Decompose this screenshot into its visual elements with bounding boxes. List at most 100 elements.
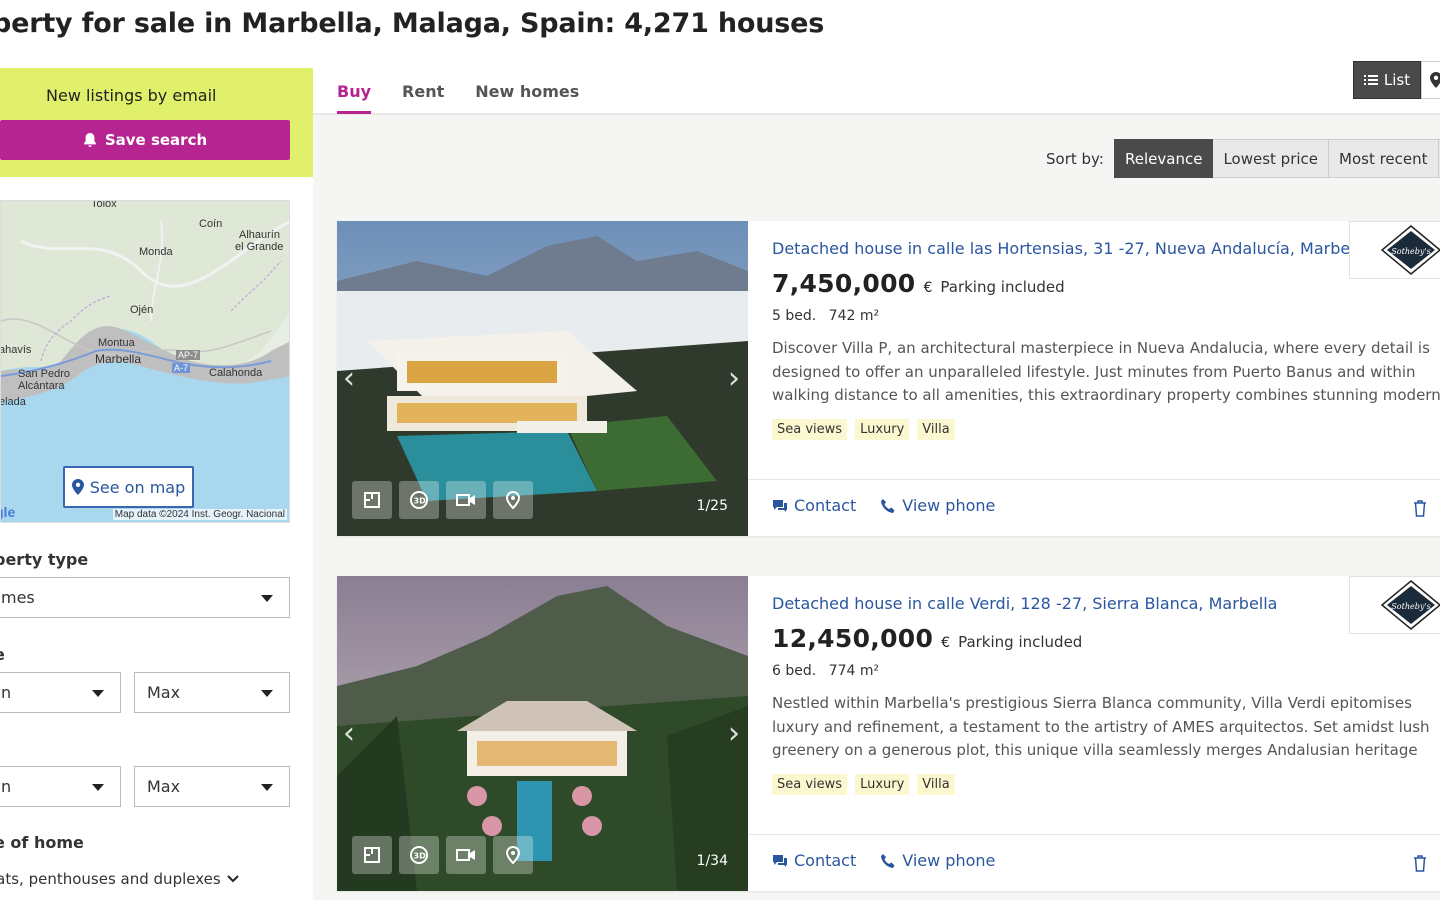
- email-alert-title: New listings by email: [46, 86, 217, 105]
- floorplan-icon[interactable]: [352, 836, 392, 874]
- svg-text:3D: 3D: [414, 852, 427, 861]
- chevron-right-icon[interactable]: ›: [728, 361, 740, 396]
- view-phone-label: View phone: [902, 496, 996, 515]
- listing-title[interactable]: Detached house in calle las Hortensias, …: [772, 239, 1369, 258]
- tag-villa: Villa: [917, 774, 955, 795]
- sort-options: Relevance Lowest price Most recent M: [1114, 139, 1440, 178]
- view-phone-button[interactable]: View phone: [880, 496, 995, 515]
- location-icon[interactable]: [493, 481, 533, 519]
- page-title: perty for sale in Marbella, Malaga, Spai…: [0, 8, 825, 39]
- tab-rent[interactable]: Rent: [402, 82, 444, 114]
- chevron-down-icon: [92, 690, 104, 697]
- chevron-left-icon[interactable]: ‹: [343, 716, 355, 751]
- contact-button[interactable]: Contact: [772, 851, 856, 870]
- listing-details: 6 bed. 774 m²: [772, 663, 879, 679]
- map-place-coin: Coín: [199, 218, 223, 230]
- listing-currency: €: [941, 635, 951, 651]
- agency-logo[interactable]: Sotheby's: [1349, 576, 1440, 634]
- map-place-benahavis: ahavís: [0, 344, 32, 356]
- parking-info: Parking included: [940, 278, 1065, 296]
- save-search-button[interactable]: Save search: [0, 120, 290, 160]
- floorplan-icon[interactable]: [352, 481, 392, 519]
- listing-card[interactable]: ‹ › 3D 1/25 Detached house in calle las …: [337, 221, 1440, 536]
- video-icon[interactable]: [446, 481, 486, 519]
- map-attribution: Map data ©2024 Inst. Geogr. Nacional: [112, 509, 287, 520]
- chevron-down-icon: [261, 595, 273, 602]
- tag-luxury: Luxury: [855, 419, 910, 440]
- size-max-select[interactable]: Max: [134, 766, 290, 807]
- map-road-ap7: AP-7: [176, 350, 201, 360]
- 3d-tour-icon[interactable]: 3D: [399, 836, 439, 874]
- operation-tabs: Buy Rent New homes: [337, 82, 579, 114]
- listing-area: 742 m²: [828, 308, 880, 324]
- listing-description[interactable]: Discover Villa P, an architectural maste…: [772, 337, 1440, 408]
- listing-currency: €: [923, 280, 933, 296]
- map-place-estepona: elada: [0, 396, 26, 408]
- 3d-tour-icon[interactable]: 3D: [399, 481, 439, 519]
- tag-luxury: Luxury: [855, 774, 910, 795]
- tag-sea-views: Sea views: [772, 419, 848, 440]
- contact-button[interactable]: Contact: [772, 496, 856, 515]
- video-icon[interactable]: [446, 836, 486, 874]
- sort-most-recent[interactable]: Most recent: [1329, 139, 1439, 178]
- sort-lowest-price[interactable]: Lowest price: [1213, 139, 1330, 178]
- sort-label: Sort by:: [1046, 150, 1104, 168]
- tag-villa: Villa: [917, 419, 955, 440]
- size-min-value: n: [1, 777, 12, 796]
- agency-logo-mark: Sotheby's: [1380, 225, 1440, 275]
- chevron-left-icon[interactable]: ‹: [343, 361, 355, 396]
- trash-icon[interactable]: [1413, 855, 1427, 872]
- chevron-right-icon[interactable]: ›: [728, 716, 740, 751]
- price-max-value: Max: [147, 683, 181, 702]
- see-on-map-button[interactable]: See on map: [63, 466, 194, 508]
- view-toggle: List: [1353, 61, 1440, 99]
- map-place-calahonda: Calahonda: [209, 367, 263, 379]
- photo-counter: 1/25: [696, 498, 728, 514]
- agency-logo[interactable]: Sotheby's: [1349, 221, 1440, 279]
- map-place-monda: Monda: [139, 246, 173, 258]
- listing-title[interactable]: Detached house in calle Verdi, 128 -27, …: [772, 594, 1277, 613]
- svg-text:3D: 3D: [414, 497, 427, 506]
- trash-icon[interactable]: [1413, 500, 1427, 517]
- listing-card[interactable]: ‹ › 3D 1/34 Detached house in calle Verd…: [337, 576, 1440, 891]
- chat-icon: [773, 854, 787, 867]
- list-view-button[interactable]: List: [1353, 61, 1421, 99]
- view-phone-button[interactable]: View phone: [880, 851, 995, 870]
- price-max-select[interactable]: Max: [134, 672, 290, 713]
- tab-buy[interactable]: Buy: [337, 82, 372, 114]
- property-type-select[interactable]: mes: [0, 577, 290, 618]
- listing-photo[interactable]: ‹ › 3D 1/34: [337, 576, 748, 891]
- price-label: e: [0, 645, 5, 664]
- home-type-expand[interactable]: lats, penthouses and duplexes: [0, 870, 239, 888]
- location-icon[interactable]: [493, 836, 533, 874]
- card-divider: [748, 834, 1440, 835]
- property-type-label: perty type: [0, 550, 89, 569]
- phone-icon: [881, 498, 895, 513]
- home-type-label: e of home: [0, 833, 84, 852]
- map-place-el-grande: el Grande: [235, 241, 284, 253]
- photo-actions: 3D: [352, 836, 533, 874]
- listing-details: 5 bed. 742 m²: [772, 308, 879, 324]
- contact-label: Contact: [794, 496, 857, 515]
- list-view-label: List: [1383, 71, 1411, 89]
- chevron-down-icon: [261, 690, 273, 697]
- map-view-button[interactable]: [1421, 61, 1440, 99]
- agency-logo-text: Sotheby's: [1391, 247, 1430, 256]
- listing-photo[interactable]: ‹ › 3D 1/25: [337, 221, 748, 536]
- map-place-alcantara: Alcántara: [18, 380, 65, 392]
- view-phone-label: View phone: [902, 851, 996, 870]
- listing-description[interactable]: Nestled within Marbella's prestigious Si…: [772, 692, 1440, 763]
- sort-relevance[interactable]: Relevance: [1114, 139, 1214, 178]
- map-road-a7: A-7: [172, 363, 191, 373]
- contact-label: Contact: [794, 851, 857, 870]
- tab-new-homes[interactable]: New homes: [475, 82, 579, 114]
- see-on-map-label: See on map: [89, 477, 186, 497]
- results-map[interactable]: Tolox Coín Alhaurín el Grande Monda Ojén…: [0, 200, 290, 523]
- map-place-alhaurin: Alhaurín: [239, 229, 280, 241]
- size-max-value: Max: [147, 777, 181, 796]
- price-min-select[interactable]: n: [0, 672, 121, 713]
- size-min-select[interactable]: n: [0, 766, 121, 807]
- photo-actions: 3D: [352, 481, 533, 519]
- listing-price: 7,450,000: [772, 269, 916, 298]
- chevron-down-icon: [261, 784, 273, 791]
